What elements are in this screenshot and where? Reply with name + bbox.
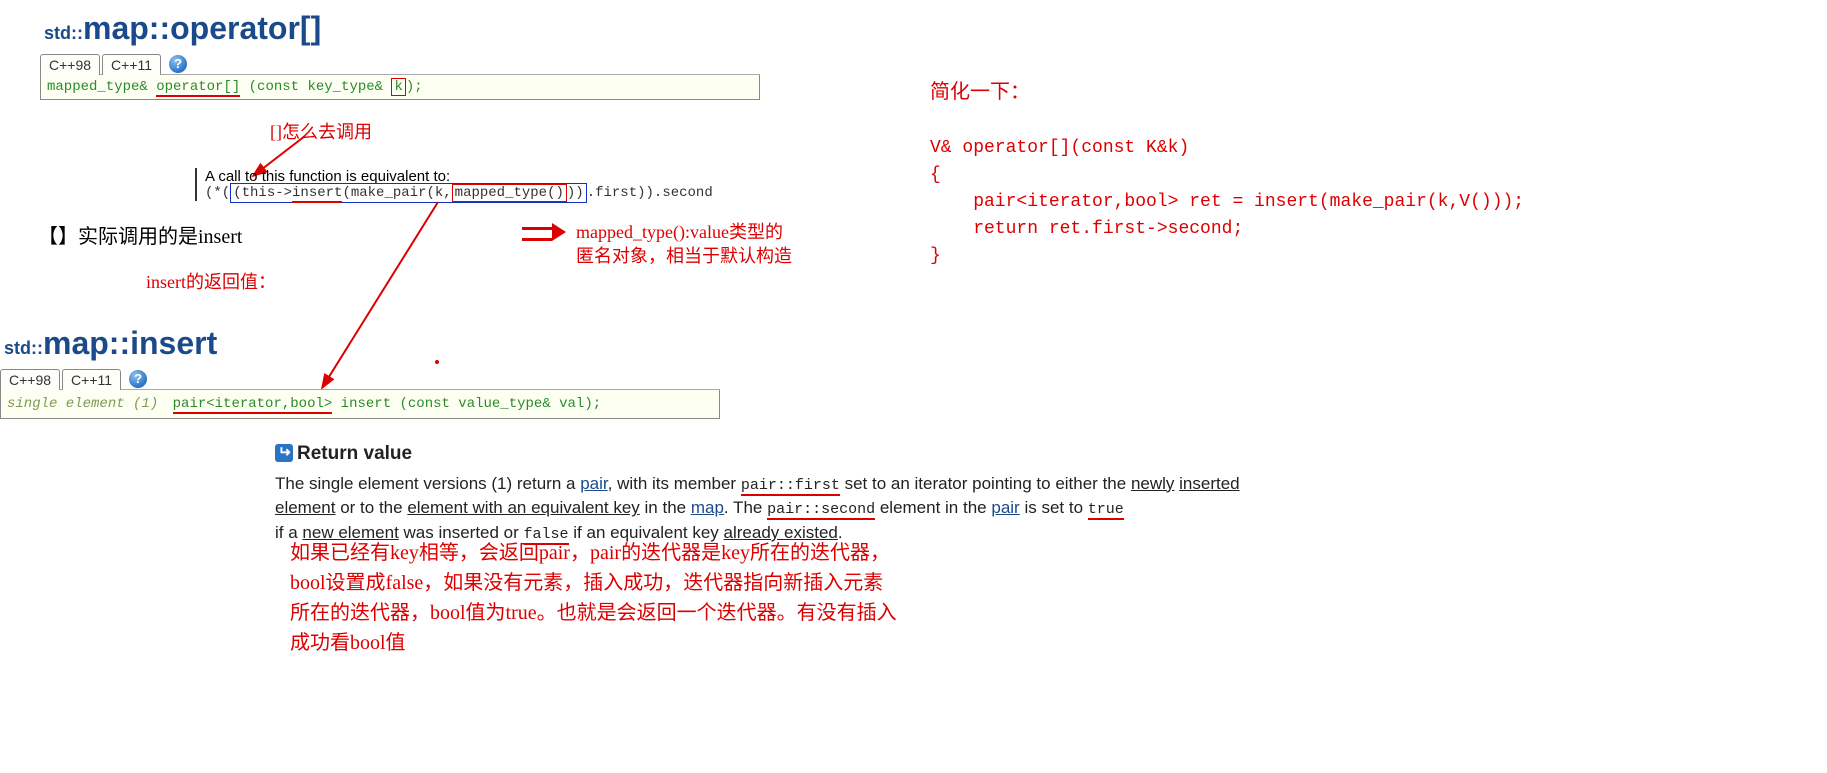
tab-cpp98[interactable]: C++98 (40, 54, 100, 75)
insert-tabs: C++98 C++11 ? (0, 368, 720, 390)
cn-l2: bool设置成false，如果没有元素，插入成功，迭代器指向新插入元素 (290, 568, 897, 598)
eq-post: .first)).second (587, 185, 713, 201)
rv-t6: . The (724, 498, 767, 517)
rc-l4: return ret.first->second; (930, 219, 1243, 239)
cn-l1: 如果已经有key相等，会返回pair，pair的迭代器是key所在的迭代器， (290, 538, 897, 568)
map-link[interactable]: map (691, 498, 724, 517)
insert-signature: single element (1) pair<iterator,bool> i… (0, 390, 720, 419)
sig-mid: (const key_type& (240, 79, 391, 95)
rv-t3: set to an iterator pointing to either th… (840, 474, 1131, 493)
annot-insert-return: insert的返回值： (146, 268, 276, 294)
chinese-explanation: 如果已经有key相等，会返回pair，pair的迭代器是key所在的迭代器， b… (290, 538, 897, 658)
rc-intro: 简化一下： (930, 81, 1030, 103)
sig-operator: operator[] (156, 79, 240, 97)
rv-t4: or to the (335, 498, 407, 517)
rv-t7: element in the (875, 498, 991, 517)
rc-l2: { (930, 165, 941, 185)
method-name-2: insert (130, 325, 217, 361)
return-icon (275, 444, 293, 462)
sig-variant: single element (1) (7, 396, 158, 412)
rv-t1: The single element versions (1) return a (275, 474, 580, 493)
eq-mapped-type-box: mapped_type() (452, 184, 567, 202)
sig-post: ); (406, 79, 423, 95)
pair-link-2[interactable]: pair (991, 498, 1019, 517)
annot-bracket-call: []怎么去调用 (270, 118, 372, 144)
simplified-code: 简化一下： V& operator[](const K&k) { pair<it… (930, 50, 1524, 270)
help-icon[interactable]: ? (169, 55, 187, 73)
tab-cpp11-2[interactable]: C++11 (62, 369, 121, 390)
equivalent-code: (*((this->insert(make_pair(k,mapped_type… (205, 185, 713, 201)
sig-k-box: k (391, 78, 405, 96)
annot-mapped-type-2: 匿名对象，相当于默认构造 (576, 242, 792, 268)
rc-l5: } (930, 246, 941, 266)
cn-l4: 成功看bool值 (290, 628, 897, 658)
eq-mid1: (make_pair(k, (342, 185, 451, 201)
class-name: map (83, 10, 149, 46)
equivalent-block: A call to this function is equivalent to… (195, 168, 713, 201)
tab-cpp98-2[interactable]: C++98 (0, 369, 60, 390)
sig-return-type: pair<iterator,bool> (173, 396, 333, 414)
class-name-2: map (43, 325, 109, 361)
pair-first: pair::first (741, 477, 840, 496)
eq-mid2: )) (567, 185, 584, 201)
return-value-section: Return value The single element versions… (275, 440, 1285, 546)
annot-mapped-type-1: mapped_type():value类型的 (576, 218, 783, 244)
cn-l3: 所在的迭代器，bool值为true。也就是会返回一个迭代器。有没有插入 (290, 598, 897, 628)
sig-pre: mapped_type& (47, 79, 156, 95)
tab-cpp11[interactable]: C++11 (102, 54, 161, 75)
rv-t5: in the (640, 498, 691, 517)
eq-main-box: (this->insert(make_pair(k,mapped_type())… (230, 183, 586, 203)
rv-t2: , with its member (608, 474, 741, 493)
newly-prefix: newly (1131, 474, 1174, 493)
pair-second: pair::second (767, 501, 875, 520)
op-signature: mapped_type& operator[] (const key_type&… (40, 75, 760, 100)
rv-t8: is set to (1020, 498, 1088, 517)
sig-rest: insert (const value_type& val); (332, 396, 601, 412)
return-value-text: The single element versions (1) return a… (275, 472, 1285, 546)
std-prefix: std:: (44, 23, 83, 43)
std-prefix-2: std:: (4, 338, 43, 358)
eq-insert: insert (292, 185, 342, 203)
equivalent-key: element with an equivalent key (407, 498, 639, 517)
rc-l3: pair<iterator,bool> ret = insert(make_pa… (930, 192, 1524, 212)
sep: :: (149, 10, 170, 46)
thick-arrow-icon (522, 223, 566, 241)
return-value-heading: Return value (275, 440, 1285, 468)
op-tabs: C++98 C++11 ? (40, 53, 760, 75)
sep-2: :: (109, 325, 130, 361)
eq-boxpre: (this-> (233, 185, 292, 201)
help-icon-2[interactable]: ? (129, 370, 147, 388)
return-heading-text: Return value (297, 443, 412, 464)
method-name: operator[] (170, 10, 321, 46)
operator-title: std::map::operator[] (44, 10, 760, 47)
pair-link[interactable]: pair (580, 474, 607, 493)
insert-title: std::map::insert (4, 325, 720, 362)
rc-l1: V& operator[](const K&k) (930, 138, 1189, 158)
true-word: true (1088, 501, 1124, 520)
eq-pre: (*( (205, 185, 230, 201)
annot-actual-call: 【】实际调用的是insert (38, 220, 242, 249)
